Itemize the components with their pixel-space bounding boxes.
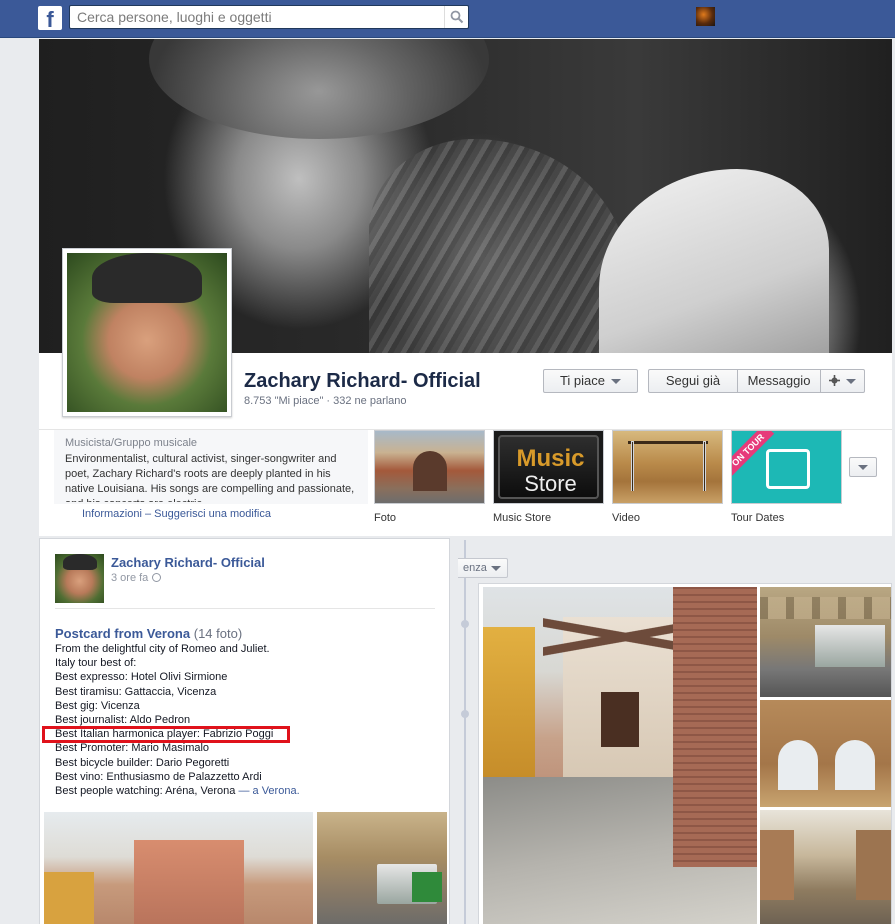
album-title-text: Postcard from Verona — [55, 626, 191, 641]
post-divider — [55, 608, 435, 609]
more-apps-button[interactable] — [849, 457, 877, 477]
page-title[interactable]: Zachary Richard- Official — [244, 370, 481, 393]
message-button[interactable]: Messaggio — [737, 369, 821, 393]
chevron-down-icon — [611, 379, 622, 385]
post-author-avatar[interactable] — [55, 554, 104, 603]
like-button-label: Ti piace — [559, 373, 606, 388]
search-button[interactable] — [444, 6, 468, 28]
user-avatar-thumbnail[interactable] — [696, 7, 715, 26]
post-line: Italy tour best of: — [55, 657, 137, 670]
post-line: Best gig: Vicenza — [55, 699, 140, 712]
album-photo-count: (14 foto) — [193, 626, 243, 641]
post-line: From the delightful city of Romeo and Ju… — [55, 643, 270, 655]
album-photo[interactable] — [760, 700, 891, 807]
post-line: Best people watching: Aréna, Verona — a … — [55, 784, 445, 798]
post-line: Best journalist: Aldo Pedron — [55, 713, 191, 726]
app-tile-tour-dates[interactable]: ON TOUR — [731, 430, 842, 504]
page-category: Musicista/Gruppo musicale — [65, 437, 198, 449]
album-photo[interactable] — [760, 810, 891, 924]
music-store-logo-line1: Music — [516, 445, 585, 472]
timeline-filter-label: enza — [463, 562, 487, 574]
search-input[interactable] — [70, 6, 444, 28]
app-tile-music-store[interactable]: Music Store — [493, 430, 604, 504]
post-photo[interactable] — [317, 812, 447, 924]
rock-hand-icon — [766, 449, 810, 489]
timeline-filter-button[interactable]: enza — [458, 558, 508, 578]
app-tile-video[interactable] — [612, 430, 723, 504]
post-text: From the delightful city of Romeo and Ju… — [55, 642, 445, 798]
app-label-tour-dates[interactable]: Tour Dates — [731, 512, 784, 524]
album-photo[interactable] — [760, 587, 891, 697]
globe-icon — [152, 573, 162, 582]
music-store-logo-line2: Store — [524, 471, 577, 496]
top-navigation-bar: f — [0, 0, 895, 38]
follow-button[interactable]: Segui già — [648, 369, 738, 393]
app-label-music-store[interactable]: Music Store — [493, 512, 551, 524]
timeline-dot — [461, 620, 469, 628]
album-photo-main[interactable] — [483, 587, 757, 924]
highlight-annotation-box — [42, 726, 290, 743]
post-time-text: 3 ore fa — [111, 572, 149, 584]
follow-button-label: Segui già — [665, 373, 721, 388]
post-line: Best vino: Enthusiasmo de Palazzetto Ard… — [55, 770, 262, 783]
timeline-spine — [464, 540, 466, 924]
post-line: Best expresso: Hotel Olivi Sirmione — [55, 671, 228, 684]
like-button[interactable]: Ti piace — [543, 369, 638, 393]
gear-icon — [829, 375, 840, 386]
post-line-text: Best people watching: Aréna, Verona — [55, 784, 239, 797]
message-button-label: Messaggio — [747, 373, 811, 388]
post-line: Best tiramisu: Gattaccia, Vicenza — [55, 685, 217, 698]
app-tile-photos[interactable] — [374, 430, 485, 504]
suggest-edit-link[interactable]: Suggerisci una modifica — [154, 508, 271, 520]
about-links: Informazioni – Suggerisci una modifica — [82, 508, 271, 520]
info-link[interactable]: Informazioni — [82, 508, 142, 520]
about-description: Environmentalist, cultural activist, sin… — [65, 453, 355, 502]
app-label-photos[interactable]: Foto — [374, 512, 396, 524]
app-label-video[interactable]: Video — [612, 512, 640, 524]
post-author-name[interactable]: Zachary Richard- Official — [111, 555, 265, 570]
facebook-logo-icon[interactable]: f — [38, 6, 62, 30]
post-line: Best Promoter: Mario Masimalo — [55, 742, 210, 755]
album-title[interactable]: Postcard from Verona (14 foto) — [55, 626, 242, 641]
post-timestamp[interactable]: 3 ore fa — [111, 572, 162, 584]
search-box[interactable] — [69, 5, 469, 29]
chevron-down-icon — [858, 465, 868, 470]
post-line: Best bicycle builder: Dario Pegoretti — [55, 756, 230, 769]
timeline-dot — [461, 710, 469, 718]
likes-count: 8.753 "Mi piace" · 332 ne parlano — [244, 395, 407, 407]
settings-menu-button[interactable] — [820, 369, 865, 393]
profile-picture[interactable] — [62, 248, 232, 417]
chevron-down-icon — [490, 565, 501, 571]
post-photo[interactable] — [44, 812, 313, 924]
link-separator: – — [144, 508, 152, 520]
search-icon — [450, 10, 464, 24]
chevron-down-icon — [846, 379, 856, 385]
location-link[interactable]: — a Verona. — [238, 785, 299, 797]
